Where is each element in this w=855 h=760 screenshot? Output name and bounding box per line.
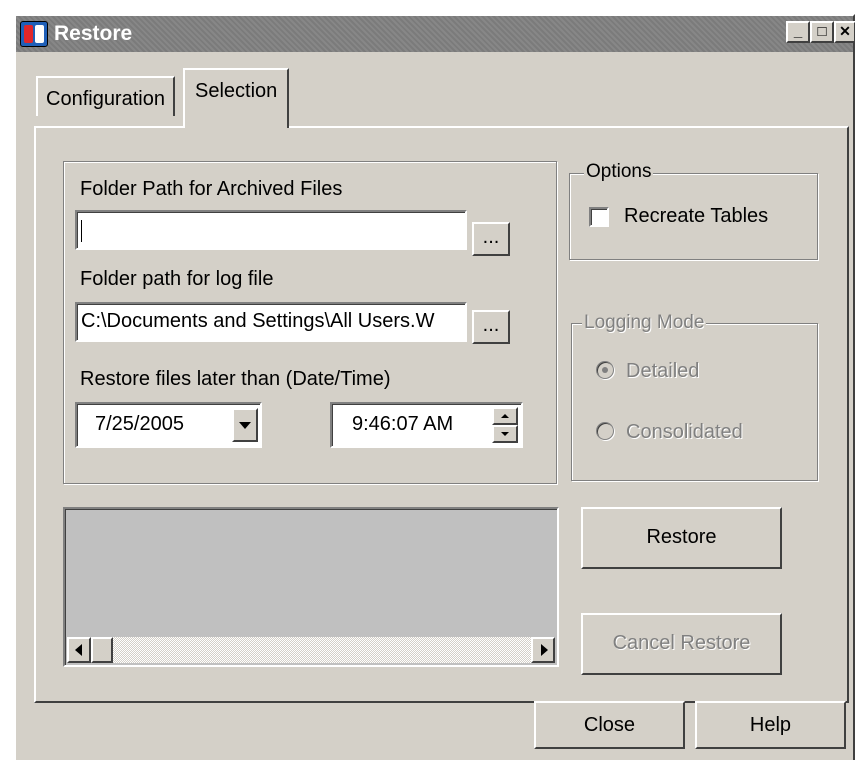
log-folder-value: C:\Documents and Settings\All Users.W [81, 310, 435, 332]
archived-folder-label: Folder Path for Archived Files [80, 178, 343, 200]
consolidated-radio[interactable] [596, 422, 614, 440]
restore-button[interactable]: Restore [581, 507, 782, 569]
recreate-tables-checkbox[interactable] [589, 207, 609, 227]
time-picker[interactable]: 9:46:07 AM [330, 402, 523, 448]
window-title: Restore [54, 22, 133, 45]
close-button-label: Close [583, 714, 636, 736]
date-time-label: Restore files later than (Date/Time) [80, 368, 391, 390]
spin-up-icon [501, 414, 509, 418]
log-folder-label: Folder path for log file [80, 268, 274, 290]
scroll-left-button[interactable] [67, 637, 91, 663]
tab-configuration-label: Configuration [46, 88, 165, 110]
selection-panel: Folder Path for Archived Files ... Folde… [34, 126, 849, 703]
log-folder-input[interactable]: C:\Documents and Settings\All Users.W [75, 302, 467, 342]
scroll-thumb[interactable] [91, 637, 113, 663]
cancel-restore-button[interactable]: Cancel Restore [581, 613, 782, 675]
consolidated-label[interactable]: Consolidated [626, 421, 743, 444]
title-bar[interactable]: Restore _ □ ✕ [16, 16, 855, 52]
tab-selection[interactable]: Selection [183, 68, 290, 128]
chevron-down-icon [239, 422, 251, 429]
scroll-track[interactable] [113, 637, 531, 663]
radio-selected-dot [602, 367, 608, 373]
recreate-tables-label[interactable]: Recreate Tables [624, 205, 768, 228]
logging-mode-caption: Logging Mode [582, 312, 707, 334]
close-window-button[interactable]: ✕ [834, 21, 855, 43]
browse-log-button[interactable]: ... [472, 310, 510, 344]
archived-folder-input[interactable] [75, 210, 467, 250]
detailed-radio[interactable] [596, 361, 614, 379]
restore-output-area[interactable] [63, 507, 559, 667]
options-caption: Options [584, 161, 654, 183]
browse-log-label: ... [482, 314, 500, 336]
scroll-right-button[interactable] [531, 637, 555, 663]
browse-archived-button[interactable]: ... [472, 222, 510, 256]
time-spin-down-button[interactable] [492, 425, 518, 443]
time-value: 9:46:07 AM [352, 413, 454, 435]
minimize-button[interactable]: _ [786, 21, 810, 43]
close-icon: ✕ [839, 23, 851, 39]
date-dropdown-button[interactable] [232, 408, 258, 442]
horizontal-scrollbar[interactable] [67, 637, 555, 663]
restore-button-label: Restore [646, 526, 717, 548]
cancel-restore-button-label: Cancel Restore [612, 632, 751, 654]
tab-selection-label: Selection [195, 80, 278, 102]
help-button-label: Help [749, 714, 792, 736]
restore-window: Restore _ □ ✕ Configuration Selection Fo… [14, 14, 855, 760]
time-spin-up-button[interactable] [492, 407, 518, 425]
date-picker[interactable]: 7/25/2005 [75, 402, 262, 448]
browse-archived-label: ... [482, 226, 500, 248]
help-button[interactable]: Help [695, 701, 846, 749]
maximize-icon: □ [817, 23, 827, 40]
close-button[interactable]: Close [534, 701, 685, 749]
tab-configuration[interactable]: Configuration [36, 76, 175, 116]
maximize-button[interactable]: □ [810, 21, 834, 43]
logging-mode-group [571, 323, 818, 481]
detailed-label[interactable]: Detailed [626, 360, 699, 383]
text-caret [81, 220, 82, 242]
scroll-left-icon [75, 644, 82, 656]
scroll-right-icon [541, 644, 548, 656]
app-icon [20, 21, 48, 47]
date-value: 7/25/2005 [95, 413, 184, 435]
minimize-icon: _ [793, 23, 803, 40]
spin-down-icon [501, 432, 509, 436]
